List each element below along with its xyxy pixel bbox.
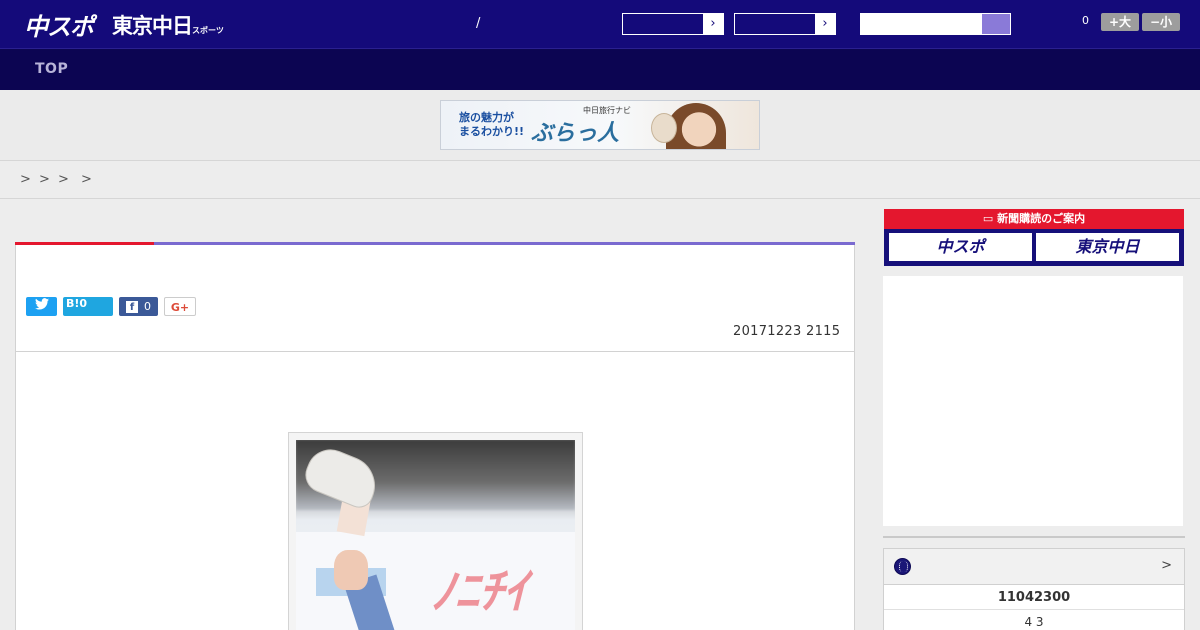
widget-header: >	[884, 549, 1184, 585]
baseball-icon	[894, 558, 911, 575]
chevron-right-icon[interactable]: ›	[703, 14, 723, 34]
breadcrumb-separator: >	[81, 172, 92, 187]
breadcrumb-separator: >	[20, 172, 31, 187]
sidebar-divider	[883, 536, 1185, 538]
tokyo-chunichi-logo-text: 東京中日	[112, 14, 193, 38]
subscription-box: ▭ 新聞購読のご案内 中スポ 東京中日	[884, 209, 1184, 266]
subscribe-tokyo-chunichi-button[interactable]: 東京中日	[1036, 233, 1179, 261]
font-size-decrease-button[interactable]: −小	[1142, 13, 1180, 31]
banner-area: 旅の魅力が まるわかり!! 中日旅行ナビ ぶらっ人	[0, 90, 1200, 161]
subscription-title: ▭ 新聞購読のご案内	[884, 209, 1184, 229]
widget-date-row: 11042300	[884, 585, 1184, 610]
facebook-icon: f	[126, 301, 138, 313]
breadcrumb-separator: >	[39, 172, 50, 187]
article-date: 20171223 2115	[733, 324, 841, 339]
breadcrumb-separator: >	[58, 172, 69, 187]
search-button[interactable]	[982, 14, 1010, 34]
search-input[interactable]	[861, 14, 983, 34]
facebook-share-button[interactable]: f0	[119, 297, 158, 316]
twitter-icon	[34, 298, 49, 313]
hatena-bookmark-button[interactable]: B!0	[63, 297, 113, 316]
tokyo-chunichi-logo-sub: スポーツ	[192, 26, 224, 35]
breadcrumb: > > > >	[0, 161, 1200, 199]
nav-item-top[interactable]: TOP	[35, 61, 68, 77]
google-plus-share-button[interactable]: G+	[164, 297, 196, 316]
photo-skater-hand	[334, 550, 368, 590]
twitter-share-button[interactable]	[26, 297, 57, 316]
category-tab-active	[15, 242, 154, 245]
facebook-icon-glyph: f	[129, 302, 135, 313]
top-header: 中スポ 東京中日スポーツ / › › 0 +大 −小	[0, 0, 1200, 48]
subscription-title-text: 新聞購読のご案内	[997, 212, 1086, 225]
region-select[interactable]: ›	[622, 13, 724, 35]
font-size-increase-button[interactable]: +大	[1101, 13, 1139, 31]
tokyo-chunichi-logo[interactable]: 東京中日スポーツ	[112, 10, 224, 40]
header-separator: /	[476, 16, 481, 31]
widget-score-row: 4 3	[1024, 615, 1044, 629]
banner-copy-line2: まるわかり!!	[459, 125, 525, 138]
chuspo-logo[interactable]: 中スポ	[24, 7, 94, 42]
photo-board-lettering: ﾉﾆﾁｲ	[431, 564, 528, 620]
widget-more-link[interactable]: >	[1161, 558, 1172, 573]
baseball-score-widget: > 11042300 4 3	[883, 548, 1185, 630]
main-nav: TOP	[0, 48, 1200, 90]
chevron-right-icon[interactable]: ›	[815, 14, 835, 34]
banner-copy-line1: 旅の魅力が	[459, 111, 514, 124]
font-size-level: 0	[1082, 14, 1089, 27]
travel-navi-banner[interactable]: 旅の魅力が まるわかり!! 中日旅行ナビ ぶらっ人	[440, 100, 760, 150]
newspaper-icon: ▭	[982, 212, 998, 225]
article-photo[interactable]: ﾉﾆﾁｲ	[296, 440, 575, 630]
search-form	[860, 13, 1011, 35]
sidebar-ad[interactable]	[883, 276, 1183, 526]
banner-brand: ぶらっ人	[531, 121, 620, 146]
subscribe-chuspo-button[interactable]: 中スポ	[889, 233, 1032, 261]
category-tab-line	[15, 242, 855, 245]
category-select[interactable]: ›	[734, 13, 836, 35]
facebook-share-count: 0	[144, 300, 151, 313]
banner-copy: 旅の魅力が まるわかり!!	[459, 111, 524, 139]
banner-shell-image	[651, 113, 677, 143]
